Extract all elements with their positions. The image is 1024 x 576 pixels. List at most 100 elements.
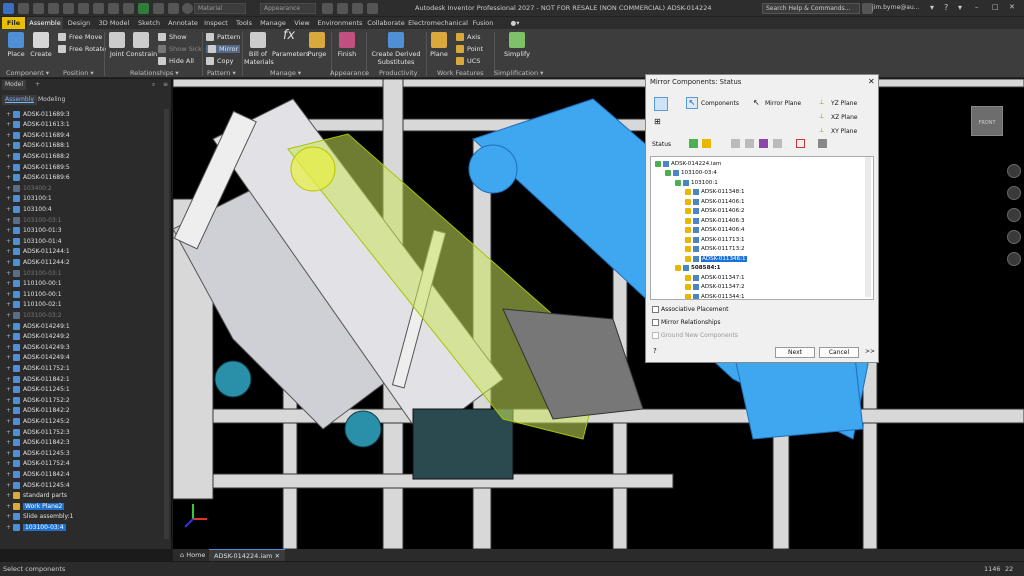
- tab-options-icon[interactable]: ●▾: [508, 17, 522, 29]
- quick-access-icon[interactable]: [367, 3, 378, 14]
- browser-tree-item[interactable]: + ADSK-011689:5: [6, 162, 70, 172]
- browser-tree-item[interactable]: + ADSK-011245:2: [6, 416, 70, 426]
- browser-tree-item[interactable]: +103100-03:4: [6, 522, 66, 532]
- browser-tree-item[interactable]: + ADSK-014249:1: [6, 321, 70, 331]
- orbit-icon[interactable]: [1007, 230, 1021, 244]
- status-icon[interactable]: [655, 160, 661, 167]
- close-tab-icon[interactable]: ✕: [275, 552, 280, 560]
- next-button[interactable]: Next: [775, 347, 815, 358]
- expand-icon[interactable]: +: [6, 174, 11, 181]
- browser-tree-item[interactable]: + ADSK-011688:2: [6, 151, 70, 161]
- status-icon[interactable]: [685, 189, 691, 195]
- tab-file[interactable]: File: [2, 17, 25, 29]
- expand-icon[interactable]: +: [6, 376, 11, 383]
- panel-manage[interactable]: Manage ▾: [270, 69, 301, 77]
- expand-icon[interactable]: +: [6, 142, 11, 149]
- fx-icon[interactable]: [352, 3, 363, 14]
- open-icon[interactable]: [33, 3, 44, 14]
- expand-icon[interactable]: +: [6, 301, 11, 308]
- user-name[interactable]: jim.byrne@au...: [872, 4, 920, 11]
- browser-tree-item[interactable]: + Slide assembly:1: [6, 512, 73, 522]
- status-icon[interactable]: [685, 208, 691, 214]
- associative-placement-checkbox[interactable]: [652, 306, 659, 313]
- search-input[interactable]: Search Help & Commands...: [762, 3, 860, 14]
- redo-icon[interactable]: [78, 3, 89, 14]
- status-alert-icon[interactable]: [796, 139, 805, 148]
- status-tree-item[interactable]: ADSK-014224.iam: [655, 159, 721, 168]
- browser-tree-item[interactable]: +110100-02:1: [6, 300, 62, 310]
- browser-tree-item[interactable]: + ADSK-011688:1: [6, 141, 70, 151]
- status-icon[interactable]: [685, 236, 691, 243]
- expand-icon[interactable]: +: [6, 132, 11, 139]
- expand-icon[interactable]: +: [6, 429, 11, 436]
- adjust-icon[interactable]: [337, 3, 348, 14]
- more-button[interactable]: >>: [865, 348, 875, 355]
- expand-icon[interactable]: +: [6, 248, 11, 255]
- expand-icon[interactable]: +: [6, 312, 11, 319]
- zoom-icon[interactable]: [1007, 208, 1021, 222]
- mirror-plane-select-icon[interactable]: ↖: [753, 98, 760, 107]
- status-icon[interactable]: [685, 198, 691, 205]
- help-icon-dialog[interactable]: ?: [653, 347, 657, 355]
- tab-annotate[interactable]: Annotate: [166, 17, 200, 29]
- dialog-close-icon[interactable]: ✕: [868, 77, 875, 86]
- select-icon[interactable]: [123, 3, 134, 14]
- joint-button[interactable]: Joint: [106, 32, 128, 58]
- purge-button[interactable]: Purge: [306, 32, 328, 58]
- measure-icon[interactable]: [138, 3, 149, 14]
- expand-icon[interactable]: +: [6, 111, 11, 118]
- mirror-status-icon[interactable]: [654, 97, 668, 111]
- parameters-button[interactable]: fx Parameters: [272, 29, 309, 58]
- expand-icon[interactable]: +: [6, 503, 11, 510]
- minimize-icon[interactable]: –: [975, 3, 986, 14]
- tab-design[interactable]: Design: [66, 17, 92, 29]
- browser-tree-item[interactable]: + ADSK-011689:4: [6, 130, 70, 140]
- components-select-icon[interactable]: ↖: [686, 97, 698, 109]
- status-tree-item[interactable]: ADSK-011406:2: [685, 207, 745, 216]
- viewcube[interactable]: FRONT: [971, 106, 1003, 136]
- browser-search-icon[interactable]: ⌕: [149, 80, 158, 90]
- panel-component[interactable]: Component ▾: [6, 69, 49, 77]
- status-icon[interactable]: [685, 284, 691, 290]
- expand-icon[interactable]: +: [6, 450, 11, 457]
- browser-tree-item[interactable]: + ADSK-011752:3: [6, 427, 70, 437]
- assembly-model[interactable]: [173, 79, 1024, 549]
- browser-tree-item[interactable]: + standard parts: [6, 491, 67, 501]
- mirror-button[interactable]: Mirror: [206, 45, 241, 53]
- tab-environments[interactable]: Environments: [316, 17, 364, 29]
- show-sick-button[interactable]: Show Sick: [158, 45, 202, 53]
- dialog-tree-scrollbar[interactable]: [865, 157, 871, 297]
- status-icon[interactable]: [675, 265, 681, 271]
- browser-tree-item[interactable]: +103100-03:2: [6, 310, 62, 320]
- expand-icon[interactable]: +: [6, 524, 11, 531]
- status-tree-item[interactable]: ADSK-011347:2: [685, 283, 745, 292]
- browser-tree-item[interactable]: + ADSK-011752:4: [6, 459, 70, 469]
- browser-tree-item[interactable]: + ADSK-011842:1: [6, 374, 70, 384]
- panel-position[interactable]: Position ▾: [63, 69, 94, 77]
- status-mixed-icon[interactable]: [745, 139, 754, 148]
- browser-tree-item[interactable]: + ADSK-011245:3: [6, 448, 70, 458]
- browser-tree-item[interactable]: + ADSK-011245:1: [6, 385, 70, 395]
- expand-icon[interactable]: +: [6, 365, 11, 372]
- material-dropdown[interactable]: Material: [194, 3, 246, 14]
- expand-icon[interactable]: +: [6, 482, 11, 489]
- cancel-button[interactable]: Cancel: [819, 347, 859, 358]
- status-icon[interactable]: [685, 274, 691, 281]
- browser-tree-item[interactable]: +103400:2: [6, 183, 52, 193]
- help-dropdown-icon[interactable]: ▾: [958, 3, 969, 14]
- expand-icon[interactable]: +: [6, 185, 11, 192]
- status-icon[interactable]: [685, 217, 691, 224]
- app-icon[interactable]: [3, 3, 14, 14]
- look-at-icon[interactable]: [1007, 252, 1021, 266]
- browser-tree-item[interactable]: +110100-00:1: [6, 279, 62, 289]
- close-icon[interactable]: ✕: [1009, 3, 1020, 14]
- status-tree-item[interactable]: 103100-03:4: [665, 169, 717, 178]
- close-doc-icon[interactable]: [182, 3, 193, 14]
- undo-icon[interactable]: [63, 3, 74, 14]
- status-icon[interactable]: [685, 227, 691, 233]
- browser-tree-item[interactable]: +103100:4: [6, 204, 52, 214]
- status-icon[interactable]: [685, 246, 691, 252]
- browser-tree-item[interactable]: +103100-03:1: [6, 215, 62, 225]
- save-icon[interactable]: [48, 3, 59, 14]
- status-tree-item[interactable]: ADSK-011713:1: [685, 235, 745, 244]
